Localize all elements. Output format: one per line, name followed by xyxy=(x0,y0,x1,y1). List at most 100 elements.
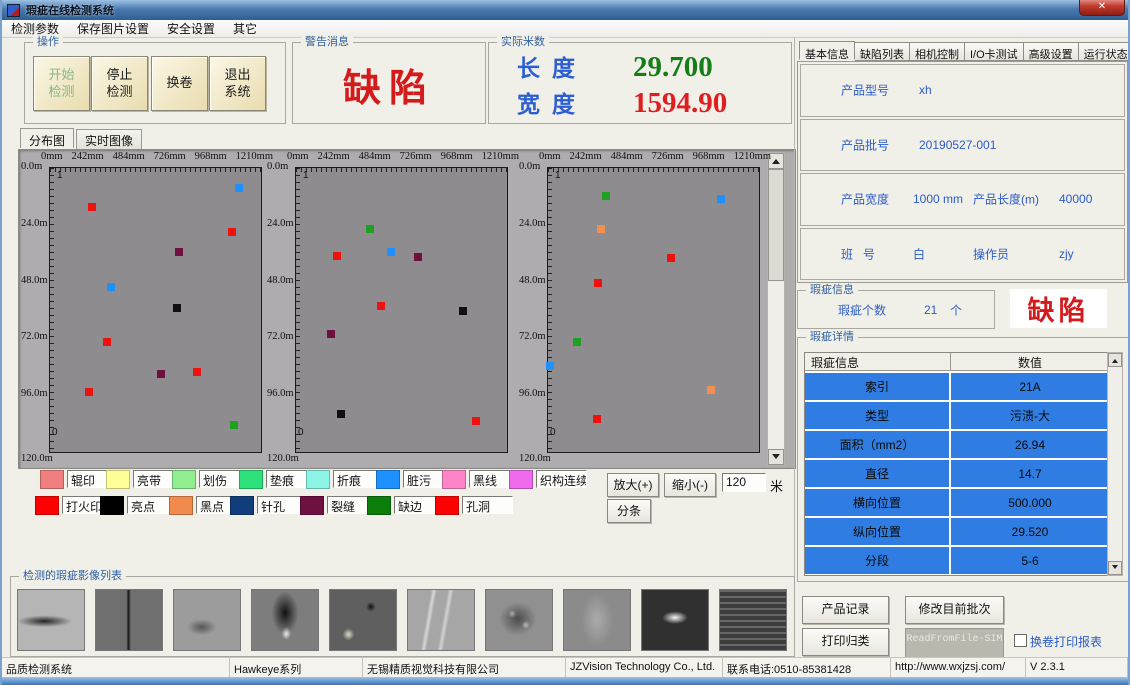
defect-distribution-region: 0mm242mm484mm726mm968mm1210mm0.0m24.0m48… xyxy=(18,149,796,469)
legend-swatch-辊印 xyxy=(40,470,64,489)
defect-thumbnail-4[interactable] xyxy=(251,589,319,651)
x-tick-label: 242mm xyxy=(570,151,602,162)
x-tick-label: 484mm xyxy=(611,151,643,162)
plot-vertical-scrollbar[interactable] xyxy=(767,152,785,466)
defect-point-red xyxy=(594,279,602,287)
meter-range-input[interactable]: 120 xyxy=(722,473,766,492)
defect-thumbnail-10[interactable] xyxy=(719,589,787,651)
read-from-file-button: ReadFromFile-SIM xyxy=(905,628,1004,658)
detail-table-row[interactable]: 直径14.7 xyxy=(805,460,1109,487)
y-tick-label: 24.0m xyxy=(21,218,48,229)
x-axis-ticks xyxy=(50,168,261,172)
detail-header-value: 数值 xyxy=(951,353,1109,370)
title-bar: 瑕疵在线检测系统 ✕ xyxy=(2,0,1128,20)
right-tab-1[interactable]: 基本信息 xyxy=(799,41,855,60)
detail-table-row[interactable]: 类型污渍-大 xyxy=(805,402,1109,429)
defect-image-list-title: 检测的瑕疵影像列表 xyxy=(19,569,126,583)
plot-corner-label-bottom: 0 xyxy=(52,427,58,438)
defect-detail-table: 瑕疵信息 数值 索引21A类型污渍-大面积（mm2）26.94直径14.7横向位… xyxy=(804,352,1110,576)
x-tick-label: 0mm xyxy=(287,151,309,162)
warning-group: 警告消息 缺陷 xyxy=(292,42,486,124)
taskbar-strip xyxy=(2,677,1128,685)
zoom-in-button[interactable]: 放大(+) xyxy=(607,473,659,497)
defect-thumbnail-7[interactable] xyxy=(485,589,553,651)
defect-point-maroon xyxy=(157,370,165,378)
plot-corner-label-bottom: 0 xyxy=(298,427,304,438)
detail-scroll-down-icon[interactable] xyxy=(1108,561,1122,575)
scatter-plot-area: 10 xyxy=(547,167,760,453)
detail-table-row[interactable]: 索引21A xyxy=(805,373,1109,400)
basic-info-panel: 产品型号 xh 产品批号 20190527-001 产品宽度 1000 mm 产… xyxy=(797,61,1128,283)
y-tick-label: 24.0m xyxy=(267,218,294,229)
defect-thumbnail-5[interactable] xyxy=(329,589,397,651)
defect-point-red xyxy=(472,417,480,425)
print-report-checkbox[interactable] xyxy=(1014,634,1027,647)
defect-point-green xyxy=(573,338,581,346)
defect-point-red xyxy=(103,338,111,346)
detail-table-row[interactable]: 面积（mm2）26.94 xyxy=(805,431,1109,458)
product-width-label: 产品宽度 xyxy=(841,191,889,208)
detail-table-row[interactable]: 分段5-6 xyxy=(805,547,1109,574)
defect-thumbnail-9[interactable] xyxy=(641,589,709,651)
op-button-start[interactable]: 开始 检测 xyxy=(33,56,90,111)
x-tick-label: 484mm xyxy=(113,151,145,162)
op-button-change-roll[interactable]: 换卷 xyxy=(151,56,208,111)
x-tick-label: 1210mm xyxy=(482,151,519,162)
defect-point-red xyxy=(593,415,601,423)
menu-item-2[interactable]: 保存图片设置 xyxy=(68,20,158,37)
defect-thumbnail-8[interactable] xyxy=(563,589,631,651)
menu-item-4[interactable]: 其它 xyxy=(224,20,266,37)
defect-thumbnail-3[interactable] xyxy=(173,589,241,651)
detail-table-row[interactable]: 纵向位置29.520 xyxy=(805,518,1109,545)
product-record-button[interactable]: 产品记录 xyxy=(802,596,889,624)
detail-header-name: 瑕疵信息 xyxy=(805,353,951,370)
right-tab-4[interactable]: I/O卡测试 xyxy=(965,42,1024,61)
print-report-checkbox-label: 换卷打印报表 xyxy=(1030,633,1102,650)
warning-message: 缺陷 xyxy=(293,57,485,112)
y-tick-label: 96.0m xyxy=(21,388,48,399)
defect-info-group: 瑕疵信息 瑕疵个数 21 个 xyxy=(797,290,995,329)
defect-count-unit: 个 xyxy=(950,301,962,318)
detail-table-scrollbar[interactable] xyxy=(1107,352,1123,576)
scrollbar-thumb[interactable] xyxy=(768,169,784,281)
detail-cell-value: 污渍-大 xyxy=(951,402,1109,429)
detail-cell-value: 500.000 xyxy=(951,489,1109,516)
legend-label: 织构连续 xyxy=(536,470,587,488)
right-tab-5[interactable]: 高级设置 xyxy=(1024,42,1079,61)
detail-table-row[interactable]: 横向位置500.000 xyxy=(805,489,1109,516)
product-batch-value: 20190527-001 xyxy=(919,138,996,152)
modify-batch-button[interactable]: 修改目前批次 xyxy=(905,596,1004,624)
op-button-stop[interactable]: 停止 检测 xyxy=(91,56,148,111)
scroll-down-icon[interactable] xyxy=(768,449,784,465)
shift-operator-row: 班 号 白 操作员 zjy xyxy=(800,228,1125,281)
detail-cell-value: 29.520 xyxy=(951,518,1109,545)
close-icon[interactable]: ✕ xyxy=(1079,0,1125,16)
status-segment-3: 无锡精质视觉科技有限公司 xyxy=(363,658,566,678)
defect-thumbnail-2[interactable] xyxy=(95,589,163,651)
product-model-label: 产品型号 xyxy=(841,82,889,99)
menu-item-3[interactable]: 安全设置 xyxy=(158,20,224,37)
defect-thumbnail-6[interactable] xyxy=(407,589,475,651)
operator-label: 操作员 xyxy=(973,245,1009,262)
plot-corner-label-top: 1 xyxy=(303,170,309,181)
app-icon xyxy=(7,4,20,17)
op-button-exit[interactable]: 退出 系统 xyxy=(209,56,266,111)
width-value: 1594.90 xyxy=(633,87,727,120)
detail-cell-name: 分段 xyxy=(805,547,951,574)
view-tab-2[interactable]: 实时图像 xyxy=(76,129,142,149)
meters-group: 实际米数 长度 29.700 宽度 1594.90 xyxy=(488,42,792,124)
view-tab-1[interactable]: 分布图 xyxy=(20,128,74,148)
y-tick-label: 0.0m xyxy=(519,161,540,172)
detail-cell-name: 类型 xyxy=(805,402,951,429)
defect-thumbnail-1[interactable] xyxy=(17,589,85,651)
split-strip-button[interactable]: 分条 xyxy=(607,499,651,523)
meter-unit-label: 米 xyxy=(770,476,783,495)
y-tick-label: 48.0m xyxy=(519,275,546,286)
length-label: 长度 xyxy=(517,49,605,83)
print-classify-button[interactable]: 打印归类 xyxy=(802,628,889,656)
right-tab-3[interactable]: 相机控制 xyxy=(910,42,965,61)
zoom-out-button[interactable]: 缩小(-) xyxy=(664,473,716,497)
detail-scroll-up-icon[interactable] xyxy=(1108,353,1122,367)
right-tab-2[interactable]: 缺陷列表 xyxy=(855,42,910,61)
right-tab-6[interactable]: 运行状态信息 xyxy=(1079,42,1130,61)
